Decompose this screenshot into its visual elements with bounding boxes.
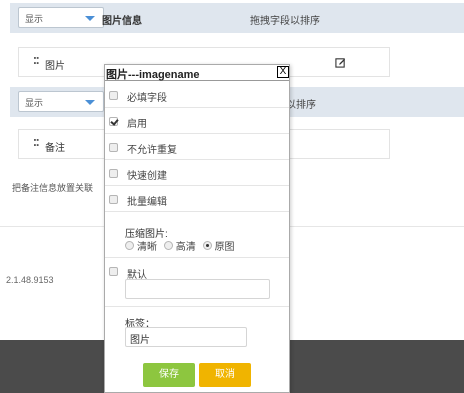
chevron-down-icon [85,16,95,21]
drag-hint: 拖拽字段以排序 [250,16,320,27]
dialog-titlebar: 图片---imagename X [105,65,289,81]
chevron-down-icon [85,100,95,105]
visibility-select-2[interactable]: 显示 [18,91,104,112]
tag-input[interactable]: 图片 [125,327,247,347]
radio-label: 原图 [214,242,235,253]
checkbox-batch-edit[interactable] [109,195,118,204]
drag-hint: 以排序 [286,100,316,111]
visibility-select-value: 显示 [25,14,44,24]
checkbox-unique[interactable] [109,143,118,152]
option-required[interactable]: 必填字段 [105,82,289,108]
visibility-select-value: 显示 [25,98,44,108]
cancel-button[interactable]: 取消 [199,363,251,387]
group-title: 图片信息 [102,16,142,27]
option-label: 不允许重复 [127,145,177,156]
field-label: 图片 [45,61,65,72]
option-enabled[interactable]: 启用 [105,108,289,134]
radio-label: 清晰 [137,242,157,253]
default-section: 默认 [105,259,289,307]
checkbox-default[interactable] [109,267,118,276]
version-label: 2.1.48.9153 [6,275,54,285]
field-settings-dialog: 图片---imagename X 必填字段 启用 不允许重复 快速创建 批量编辑… [104,64,290,393]
checkbox-enabled[interactable] [109,117,118,126]
option-label: 快速创建 [127,171,167,182]
radio-original[interactable] [202,241,212,250]
checkbox-quick-create[interactable] [109,169,118,178]
compress-radio-group: 清晰 高清 原图 [125,238,239,253]
drag-handle-icon[interactable]: ⁚⁚ [33,138,40,149]
default-value-input[interactable] [125,279,270,299]
option-quick-create[interactable]: 快速创建 [105,160,289,186]
option-label: 必填字段 [127,93,167,104]
close-button[interactable]: X [277,66,289,78]
option-label: 批量编辑 [127,197,167,208]
option-unique[interactable]: 不允许重复 [105,134,289,160]
edit-icon[interactable] [335,57,346,68]
radio-label: 高清 [175,242,196,253]
group-header-bar: 显示 图片信息 拖拽字段以排序 [10,3,464,33]
radio-hd[interactable] [163,241,173,250]
dialog-title: 图片---imagename [106,69,200,81]
drag-handle-icon[interactable]: ⁚⁚ [33,56,40,67]
option-label: 启用 [127,119,147,130]
compress-section: 压缩图片: 清晰 高清 原图 [105,212,289,258]
checkbox-required[interactable] [109,91,118,100]
field-label: 备注 [45,143,65,154]
option-batch-edit[interactable]: 批量编辑 [105,186,289,212]
note-text: 把备注信息放置关联 [12,183,94,193]
save-button[interactable]: 保存 [143,363,195,387]
radio-clear[interactable] [125,241,134,250]
visibility-select[interactable]: 显示 [18,7,104,28]
